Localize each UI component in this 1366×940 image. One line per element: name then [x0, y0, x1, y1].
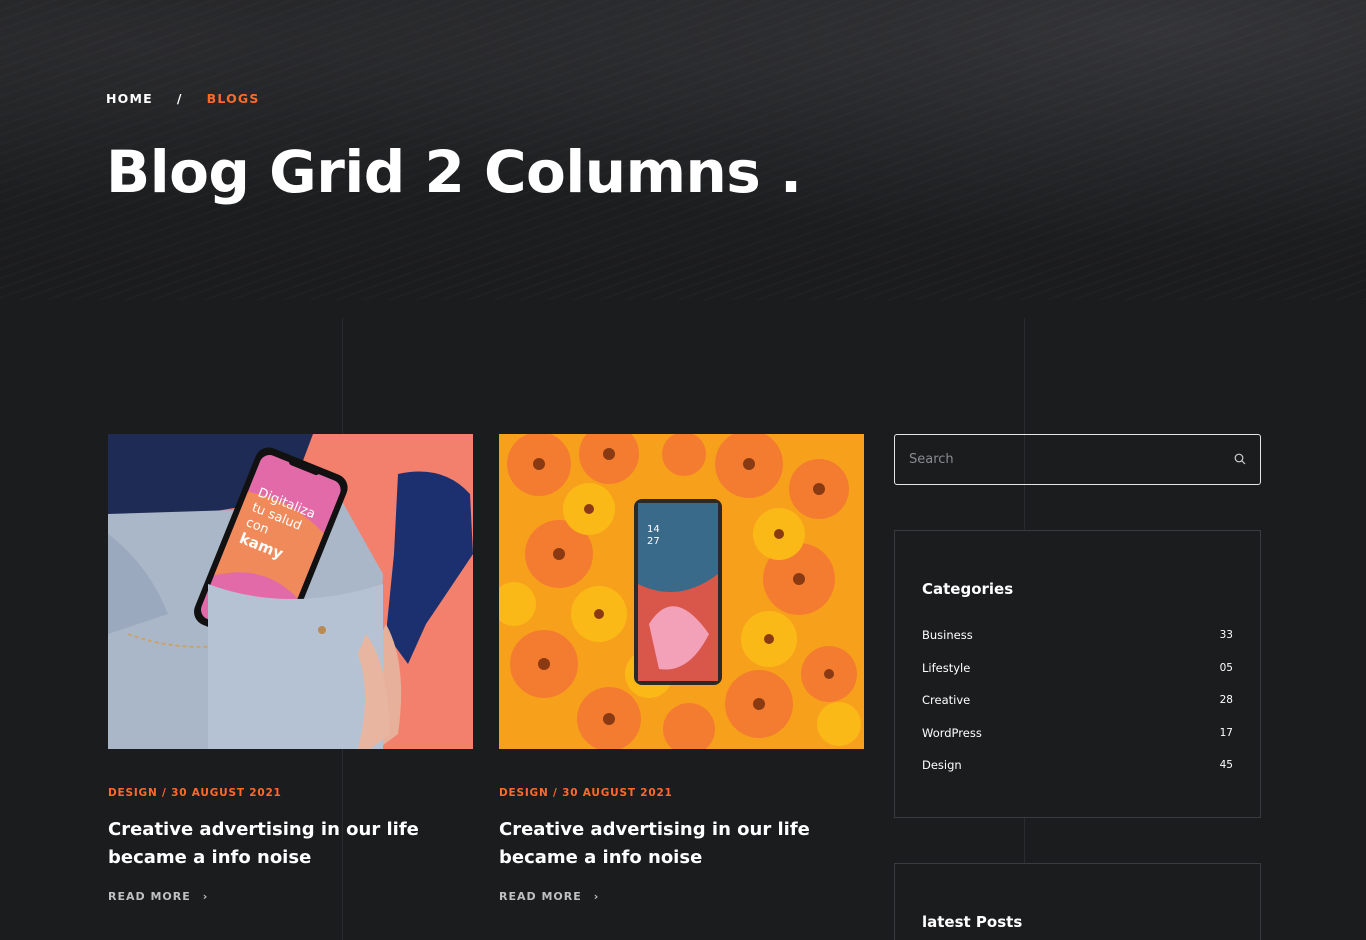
latest-posts-widget: latest Posts: [894, 863, 1261, 940]
breadcrumb-separator: /: [176, 91, 183, 106]
breadcrumb: HOME / BLOGS: [106, 91, 260, 106]
category-list: Business 33 Lifestyle 05 Creative 28 Wor…: [922, 619, 1233, 782]
category-label: Creative: [922, 693, 971, 708]
category-count: 05: [1219, 661, 1233, 674]
phone-in-pocket-illustration: Digitaliza tu salud con kamy: [108, 434, 473, 749]
post-image[interactable]: 14 27: [499, 434, 864, 749]
category-count: 33: [1219, 629, 1233, 642]
post-title[interactable]: Creative advertising in our life became …: [108, 816, 428, 872]
category-label: Business: [922, 628, 973, 643]
category-item[interactable]: Design 45: [922, 749, 1233, 782]
read-more-link[interactable]: READ MORE ›: [499, 890, 864, 903]
breadcrumb-home-link[interactable]: HOME: [106, 91, 153, 106]
category-item[interactable]: Creative 28: [922, 684, 1233, 717]
category-item[interactable]: WordPress 17: [922, 717, 1233, 750]
blog-post-card: 14 27 DESIGN / 30 AUGUST 2021 Creative a…: [499, 434, 864, 903]
read-more-label: READ MORE: [108, 890, 191, 903]
category-item[interactable]: Business 33: [922, 619, 1233, 652]
category-label: WordPress: [922, 725, 982, 740]
widget-title: Categories: [922, 580, 1014, 598]
chevron-right-icon: ›: [202, 890, 209, 903]
chevron-right-icon: ›: [593, 890, 600, 903]
breadcrumb-current: BLOGS: [206, 91, 260, 106]
page-title: Blog Grid 2 Columns .: [106, 138, 802, 206]
category-count: 45: [1219, 759, 1233, 772]
phone-with-flowers-illustration: 14 27: [499, 434, 864, 749]
category-count: 28: [1219, 694, 1233, 707]
read-more-label: READ MORE: [499, 890, 582, 903]
category-label: Lifestyle: [922, 660, 971, 675]
post-image[interactable]: Digitaliza tu salud con kamy: [108, 434, 473, 749]
search-box: [894, 434, 1261, 485]
search-icon[interactable]: [1234, 450, 1246, 469]
phone-clock-hour: 14: [647, 524, 660, 535]
category-count: 17: [1219, 726, 1233, 739]
search-input[interactable]: [909, 452, 1209, 467]
post-meta: DESIGN / 30 AUGUST 2021: [108, 787, 282, 799]
post-meta: DESIGN / 30 AUGUST 2021: [499, 787, 673, 799]
post-title[interactable]: Creative advertising in our life became …: [499, 816, 819, 872]
category-item[interactable]: Lifestyle 05: [922, 652, 1233, 685]
read-more-link[interactable]: READ MORE ›: [108, 890, 473, 903]
categories-widget: Categories Business 33 Lifestyle 05 Crea…: [894, 530, 1261, 818]
phone-clock-minute: 27: [647, 536, 660, 547]
blog-post-card: Digitaliza tu salud con kamy DESIGN / 30…: [108, 434, 473, 903]
category-label: Design: [922, 758, 962, 773]
widget-title: latest Posts: [922, 913, 1023, 931]
